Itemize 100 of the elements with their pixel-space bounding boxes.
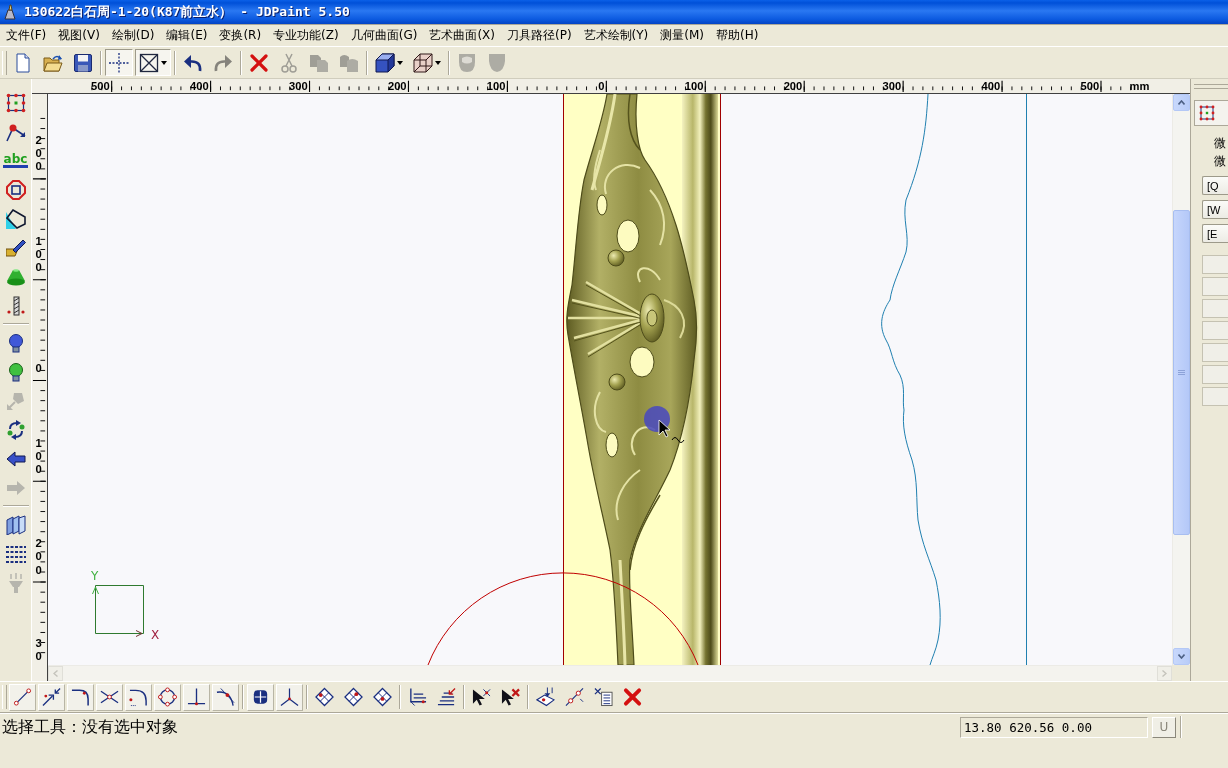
pointer-delete-icon — [501, 687, 520, 707]
ruler-unit: mm — [1129, 80, 1150, 93]
octagon-icon — [5, 179, 26, 200]
caret-icon — [161, 60, 167, 65]
menu-item[interactable]: 艺术曲面(X) — [424, 24, 500, 46]
arc-corner-icon — [129, 687, 148, 707]
diamond-grid-icon — [315, 687, 334, 707]
ruler-label: 100 — [35, 436, 42, 475]
intersect-cross-button[interactable] — [96, 683, 123, 711]
left-arrow-icon — [5, 448, 26, 469]
scroll-down-button[interactable] — [1173, 648, 1190, 665]
panel-button[interactable]: [Q — [1202, 176, 1228, 195]
menu-item[interactable]: 几何曲面(G) — [345, 24, 423, 46]
axis-label: Y — [91, 569, 99, 583]
panel-label: 微 — [1214, 135, 1226, 152]
list-cross-icon — [594, 687, 613, 707]
perpendicular-icon — [187, 687, 206, 707]
extend-arrows-icon — [42, 687, 61, 707]
arrow-shape-icon — [5, 390, 26, 411]
tangent-curve-icon — [216, 687, 235, 707]
shield-shape-icon — [487, 52, 507, 73]
crosshair-button[interactable] — [105, 49, 133, 76]
extend-arrows-button[interactable] — [38, 683, 65, 711]
grid-point-button[interactable] — [247, 683, 274, 711]
toolbar-grip[interactable] — [2, 50, 7, 75]
chevron-left-icon — [53, 670, 58, 677]
ruler-label: 300 — [882, 80, 902, 93]
wireframe-cube-icon — [413, 52, 433, 73]
drawing-canvas[interactable]: Y X — [48, 94, 1172, 665]
ruler-label: 0 — [598, 80, 605, 93]
menu-item[interactable]: 刀具路径(P) — [501, 24, 577, 46]
dashed-lines-icon — [5, 543, 26, 564]
perpendicular-button[interactable] — [183, 683, 210, 711]
arc-corner-button[interactable] — [125, 683, 152, 711]
panel-button[interactable]: [W — [1202, 200, 1228, 219]
menu-item[interactable]: 变换(R) — [214, 24, 267, 46]
ruler-label: 200 — [387, 80, 407, 93]
xyz-axes-button[interactable] — [276, 683, 303, 711]
square-cross-dropdown-button[interactable] — [135, 49, 171, 76]
corner-curve-button[interactable] — [67, 683, 94, 711]
status-message: 选择工具：没有选中对象 — [1, 716, 179, 738]
ruler-label: 30 — [35, 636, 42, 662]
ruler-label: 100 — [684, 80, 704, 93]
layers-icon — [5, 514, 26, 535]
ruler-label: 200 — [35, 537, 42, 576]
ruler-label: 200 — [783, 80, 803, 93]
menu-item[interactable]: 视图(V) — [53, 24, 105, 46]
menu-item[interactable]: 编辑(E) — [161, 24, 213, 46]
diamond-grid-icon — [344, 687, 363, 707]
brush-icon — [5, 237, 26, 258]
paste-icon — [339, 52, 359, 73]
caret-icon — [435, 60, 441, 65]
menu-item[interactable]: 绘制(D) — [106, 24, 160, 46]
tangent-curve-button[interactable] — [212, 683, 239, 711]
panel-label: 微 — [1214, 153, 1226, 170]
chevron-up-icon — [1178, 100, 1185, 105]
scroll-thumb[interactable] — [1173, 210, 1190, 535]
vertical-scrollbar[interactable] — [1172, 94, 1190, 665]
ruler-label: 100 — [35, 235, 42, 274]
cup-shape-icon — [457, 52, 477, 73]
menu-item[interactable]: 文件(F) — [1, 24, 52, 46]
menu-item[interactable]: 测量(M) — [655, 24, 709, 46]
delete-icon — [249, 52, 269, 73]
menu-item[interactable]: 艺术绘制(Y) — [578, 24, 654, 46]
line-segment-icon — [13, 687, 32, 707]
delete-icon — [623, 687, 642, 707]
diamond-grid-icon — [373, 687, 392, 707]
axis-label: X — [151, 628, 160, 642]
undo-icon — [183, 52, 203, 73]
app-icon — [3, 4, 19, 20]
toolbar-grip[interactable] — [2, 685, 7, 709]
scroll-up-button[interactable] — [1173, 94, 1190, 111]
menu-item[interactable]: 专业功能(Z) — [268, 24, 344, 46]
mouse-cursor-icon — [644, 406, 685, 443]
relief-carving-drawing[interactable] — [566, 94, 718, 665]
line-points-icon — [565, 687, 584, 707]
panel-button[interactable]: [E — [1202, 224, 1228, 243]
select-rectangle-icon — [1199, 105, 1215, 121]
ruler-label: 400 — [981, 80, 1001, 93]
ruler-label: 400 — [190, 80, 209, 93]
line-segment-button[interactable] — [9, 683, 36, 711]
circle-points-button[interactable] — [154, 683, 181, 711]
select-rectangle-icon — [5, 92, 26, 113]
caret-icon — [397, 60, 403, 65]
window-title: 130622白石周-1-20(K87前立水） - JDPaint 5.50 — [24, 3, 350, 21]
copy-icon — [309, 52, 329, 73]
corner-curve-icon — [71, 687, 90, 707]
grid-point-icon — [251, 687, 270, 707]
menu-item[interactable]: 帮助(H) — [711, 24, 764, 46]
chevron-right-icon — [1162, 670, 1167, 677]
panel-tab[interactable] — [1194, 100, 1228, 126]
square-cross-icon — [139, 52, 159, 73]
ruler-label: 100 — [486, 80, 506, 93]
circle-arc[interactable] — [427, 572, 699, 665]
cone-icon — [5, 266, 26, 287]
crosshair-icon — [109, 52, 129, 73]
panel-grip[interactable] — [1194, 84, 1228, 89]
plane-arrow-icon — [536, 687, 555, 707]
ruler-label: 200 — [35, 134, 42, 173]
coordinate-axes-icon — [92, 585, 144, 637]
